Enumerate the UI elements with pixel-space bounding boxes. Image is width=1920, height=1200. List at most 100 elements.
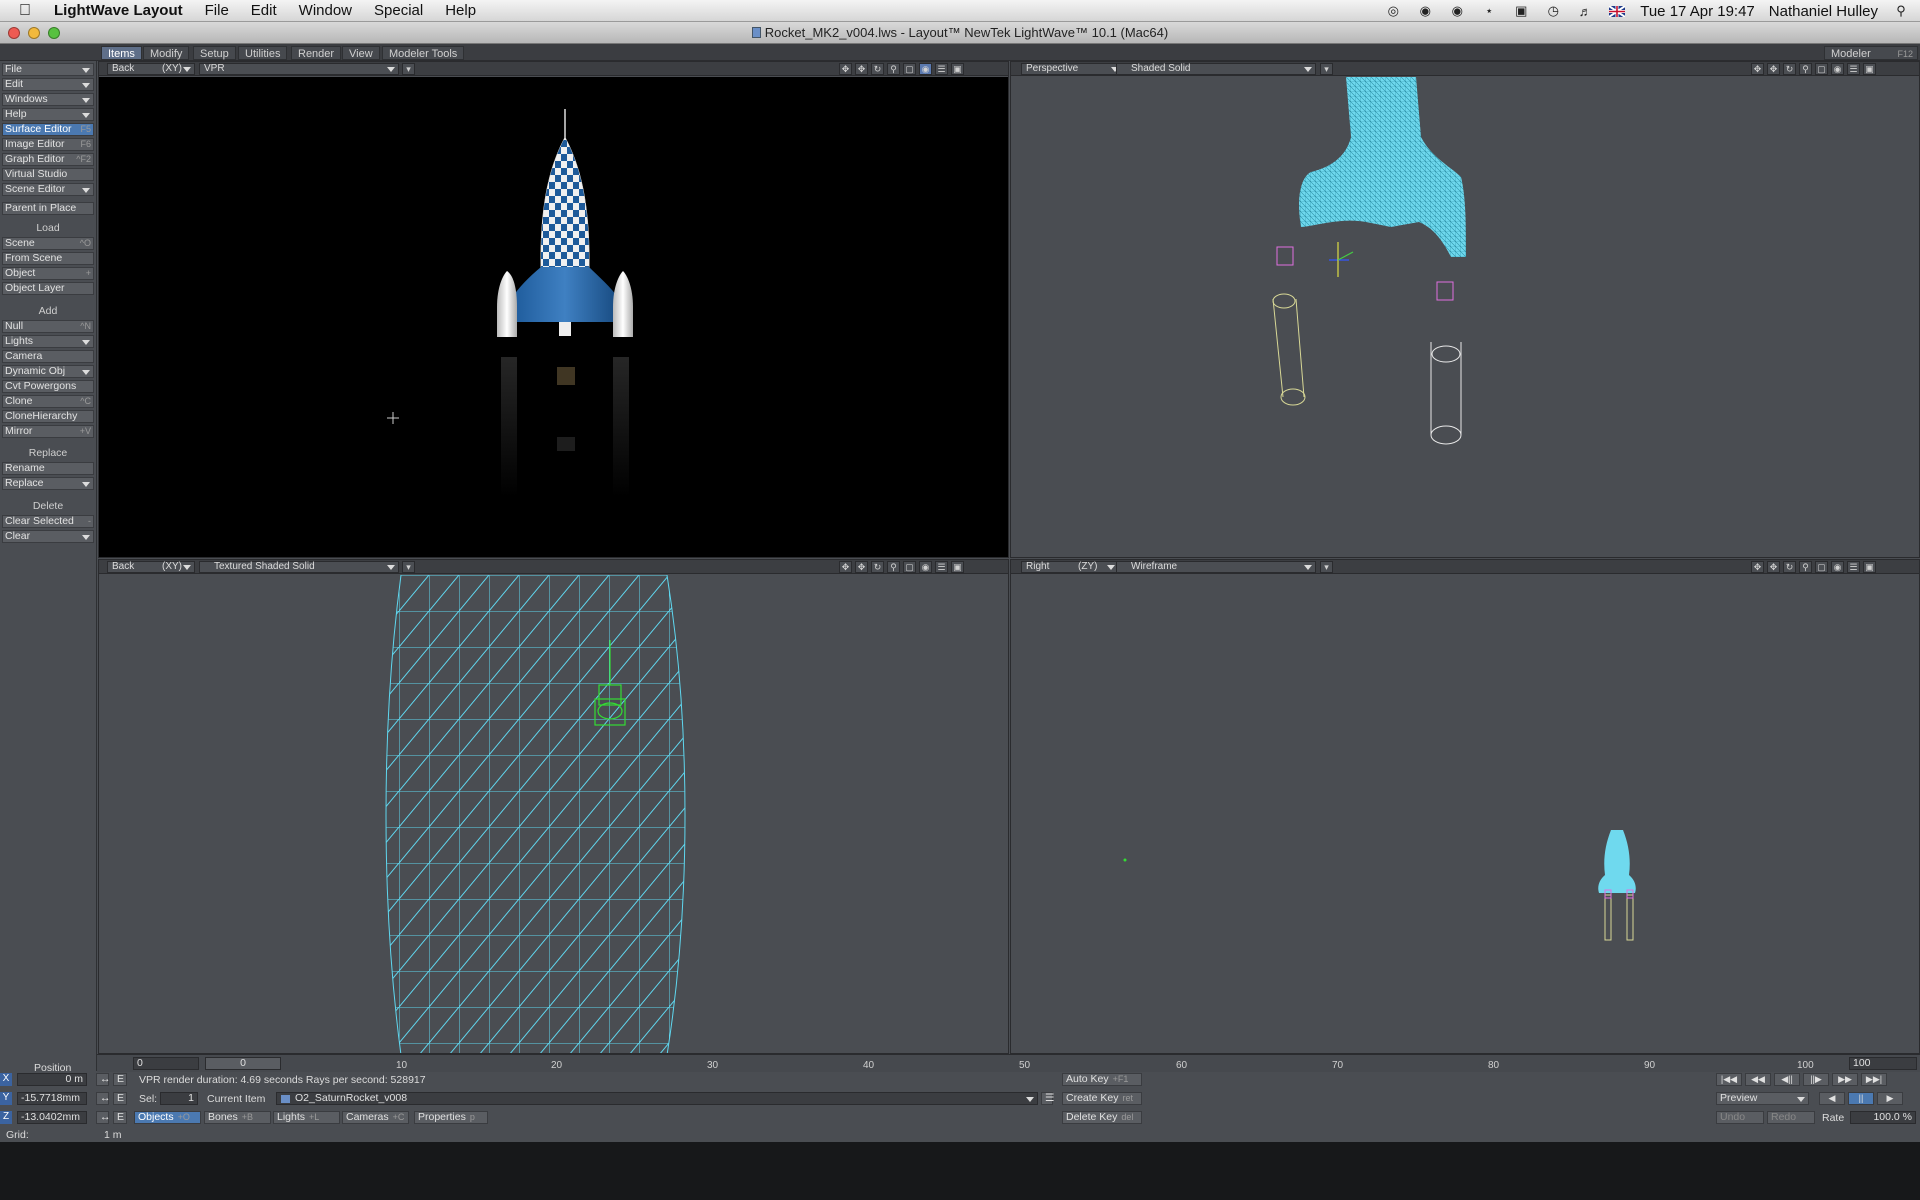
camera-icon[interactable]: ◉ — [919, 63, 932, 75]
graph-editor-button[interactable]: Graph Editor ^F2 — [2, 153, 94, 166]
windows-menu-button[interactable]: Windows — [2, 93, 94, 106]
current-frame-slider[interactable]: 0 — [205, 1057, 281, 1070]
list-icon[interactable]: ☰ — [935, 561, 948, 573]
surface-editor-button[interactable]: Surface Editor F5 — [2, 123, 94, 136]
z-envelope-button[interactable]: E — [113, 1111, 127, 1124]
dolly-icon[interactable]: ↻ — [871, 561, 884, 573]
fit-icon[interactable]: ▢ — [1815, 561, 1828, 573]
scene-editor-button[interactable]: Scene Editor — [2, 183, 94, 196]
clear-selected-button[interactable]: Clear Selected - — [2, 515, 94, 528]
display-icon[interactable]: ▣ — [1512, 3, 1530, 18]
edit-menu-button[interactable]: Edit — [2, 78, 94, 91]
timeline-end-field[interactable]: 100 — [1849, 1057, 1917, 1070]
dolly-icon[interactable]: ↻ — [1783, 561, 1796, 573]
help-menu-button[interactable]: Help — [2, 108, 94, 121]
perspective-view-area[interactable] — [1011, 77, 1919, 557]
viewport-top-left[interactable]: Back (XY) VPR ▾ ✥ ✥ ↻ ⚲ ▢ ◉ ☰ ▣ — [98, 61, 1009, 558]
load-object-button[interactable]: Object + — [2, 267, 94, 280]
x-envelope-button[interactable]: E — [113, 1073, 127, 1086]
render-mode-select[interactable]: Wireframe — [1116, 561, 1316, 573]
spotlight-search-icon[interactable]: ⚲ — [1892, 3, 1910, 18]
current-item-select[interactable]: O2_SaturnRocket_v008 — [276, 1092, 1038, 1105]
render-mode-select[interactable]: Shaded Solid — [1116, 63, 1316, 75]
file-menu-button[interactable]: File — [2, 63, 94, 76]
fit-icon[interactable]: ▢ — [1815, 63, 1828, 75]
view-type-select[interactable]: Perspective — [1021, 63, 1123, 75]
bell-icon[interactable]: ◉ — [1416, 3, 1434, 18]
app-name-menu[interactable]: LightWave Layout — [54, 2, 183, 19]
load-object-layer-button[interactable]: Object Layer — [2, 282, 94, 295]
y-axis-toggle[interactable]: Y — [0, 1092, 12, 1105]
render-mode-select[interactable]: Textured Shaded Solid — [199, 561, 399, 573]
create-key-button[interactable]: Create Key ret — [1062, 1092, 1142, 1105]
delete-key-button[interactable]: Delete Key del — [1062, 1111, 1142, 1124]
rotate-icon[interactable]: ✥ — [855, 561, 868, 573]
viewport-bottom-right[interactable]: Right (ZY) Wireframe ▾ ✥ ✥ ↻ ⚲ ▢ ◉ ☰ ▣ — [1010, 559, 1920, 1054]
parent-in-place-button[interactable]: Parent in Place — [2, 202, 94, 215]
dolly-icon[interactable]: ↻ — [871, 63, 884, 75]
x-axis-toggle[interactable]: X — [0, 1073, 12, 1086]
clone-button[interactable]: Clone ^C — [2, 395, 94, 408]
move-icon[interactable]: ✥ — [1751, 561, 1764, 573]
viewport-options-icon[interactable]: ▾ — [402, 561, 415, 573]
auto-key-button[interactable]: Auto Key +F1 — [1062, 1073, 1142, 1086]
window-close-button[interactable] — [8, 27, 20, 39]
menu-help[interactable]: Help — [445, 2, 476, 19]
render-mode-select[interactable]: VPR — [199, 63, 399, 75]
clock[interactable]: Tue 17 Apr 19:47 — [1640, 3, 1755, 20]
add-camera-button[interactable]: Camera — [2, 350, 94, 363]
rotate-icon[interactable]: ✥ — [855, 63, 868, 75]
menu-special[interactable]: Special — [374, 2, 423, 19]
zoom-icon[interactable]: ⚲ — [887, 561, 900, 573]
y-envelope-button[interactable]: E — [113, 1092, 127, 1105]
load-scene-button[interactable]: Scene ^O — [2, 237, 94, 250]
camera-icon[interactable]: ◉ — [919, 561, 932, 573]
menu-window[interactable]: Window — [299, 2, 352, 19]
apple-icon[interactable]:  — [14, 0, 36, 22]
next-frame-icon[interactable]: ||▶ — [1803, 1073, 1829, 1086]
z-position-field[interactable]: -13.0402mm — [17, 1111, 87, 1124]
move-icon[interactable]: ✥ — [1751, 63, 1764, 75]
play-reverse-icon[interactable]: ◀ — [1819, 1092, 1845, 1105]
viewport-options-icon[interactable]: ▾ — [1320, 561, 1333, 573]
load-from-scene-button[interactable]: From Scene — [2, 252, 94, 265]
z-axis-toggle[interactable]: Z — [0, 1111, 12, 1124]
undo-button[interactable]: Undo — [1716, 1111, 1764, 1124]
rotate-icon[interactable]: ✥ — [1767, 561, 1780, 573]
viewport-top-right[interactable]: Perspective Shaded Solid ▾ ✥ ✥ ↻ ⚲ ▢ ◉ ☰… — [1010, 61, 1920, 558]
right-view-area[interactable] — [1011, 575, 1919, 1053]
list-icon[interactable]: ☰ — [1847, 561, 1860, 573]
previous-key-icon[interactable]: ◀◀ — [1745, 1073, 1771, 1086]
viewport-options-icon[interactable]: ▾ — [1320, 63, 1333, 75]
zoom-icon[interactable]: ⚲ — [1799, 561, 1812, 573]
tab-render[interactable]: Render — [291, 46, 342, 60]
camera-icon[interactable]: ◉ — [1831, 63, 1844, 75]
last-frame-icon[interactable]: ▶▶| — [1861, 1073, 1887, 1086]
view-type-select[interactable]: Back (XY) — [107, 561, 195, 573]
x-position-field[interactable]: 0 m — [17, 1073, 87, 1086]
volume-icon[interactable]: ♬ — [1576, 4, 1594, 19]
zoom-icon[interactable]: ⚲ — [1799, 63, 1812, 75]
tab-view[interactable]: View — [342, 46, 380, 60]
mirror-button[interactable]: Mirror +V — [2, 425, 94, 438]
maximize-icon[interactable]: ▣ — [1863, 561, 1876, 573]
camera-icon[interactable]: ◉ — [1831, 561, 1844, 573]
item-properties-icon[interactable]: ☰ — [1041, 1092, 1054, 1105]
flag-uk-icon[interactable] — [1608, 4, 1626, 18]
back-view-area[interactable] — [99, 574, 1008, 1053]
first-frame-icon[interactable]: |◀◀ — [1716, 1073, 1742, 1086]
modeler-switch-button[interactable]: Modeler F12 — [1824, 46, 1918, 60]
rotate-icon[interactable]: ✥ — [1767, 63, 1780, 75]
objects-edit-mode[interactable]: Objects +O — [134, 1111, 201, 1124]
move-icon[interactable]: ✥ — [839, 561, 852, 573]
vpr-render-area[interactable] — [99, 77, 1008, 557]
lights-edit-mode[interactable]: Lights +L — [273, 1111, 340, 1124]
rename-button[interactable]: Rename — [2, 462, 94, 475]
tab-modeler-tools[interactable]: Modeler Tools — [382, 46, 465, 60]
y-position-field[interactable]: -15.7718mm — [17, 1092, 87, 1105]
move-icon[interactable]: ✥ — [839, 63, 852, 75]
user-name[interactable]: Nathaniel Hulley — [1769, 3, 1878, 20]
next-key-icon[interactable]: ▶▶ — [1832, 1073, 1858, 1086]
bones-edit-mode[interactable]: Bones +B — [204, 1111, 271, 1124]
network-icon[interactable]: ◎ — [1384, 3, 1402, 18]
